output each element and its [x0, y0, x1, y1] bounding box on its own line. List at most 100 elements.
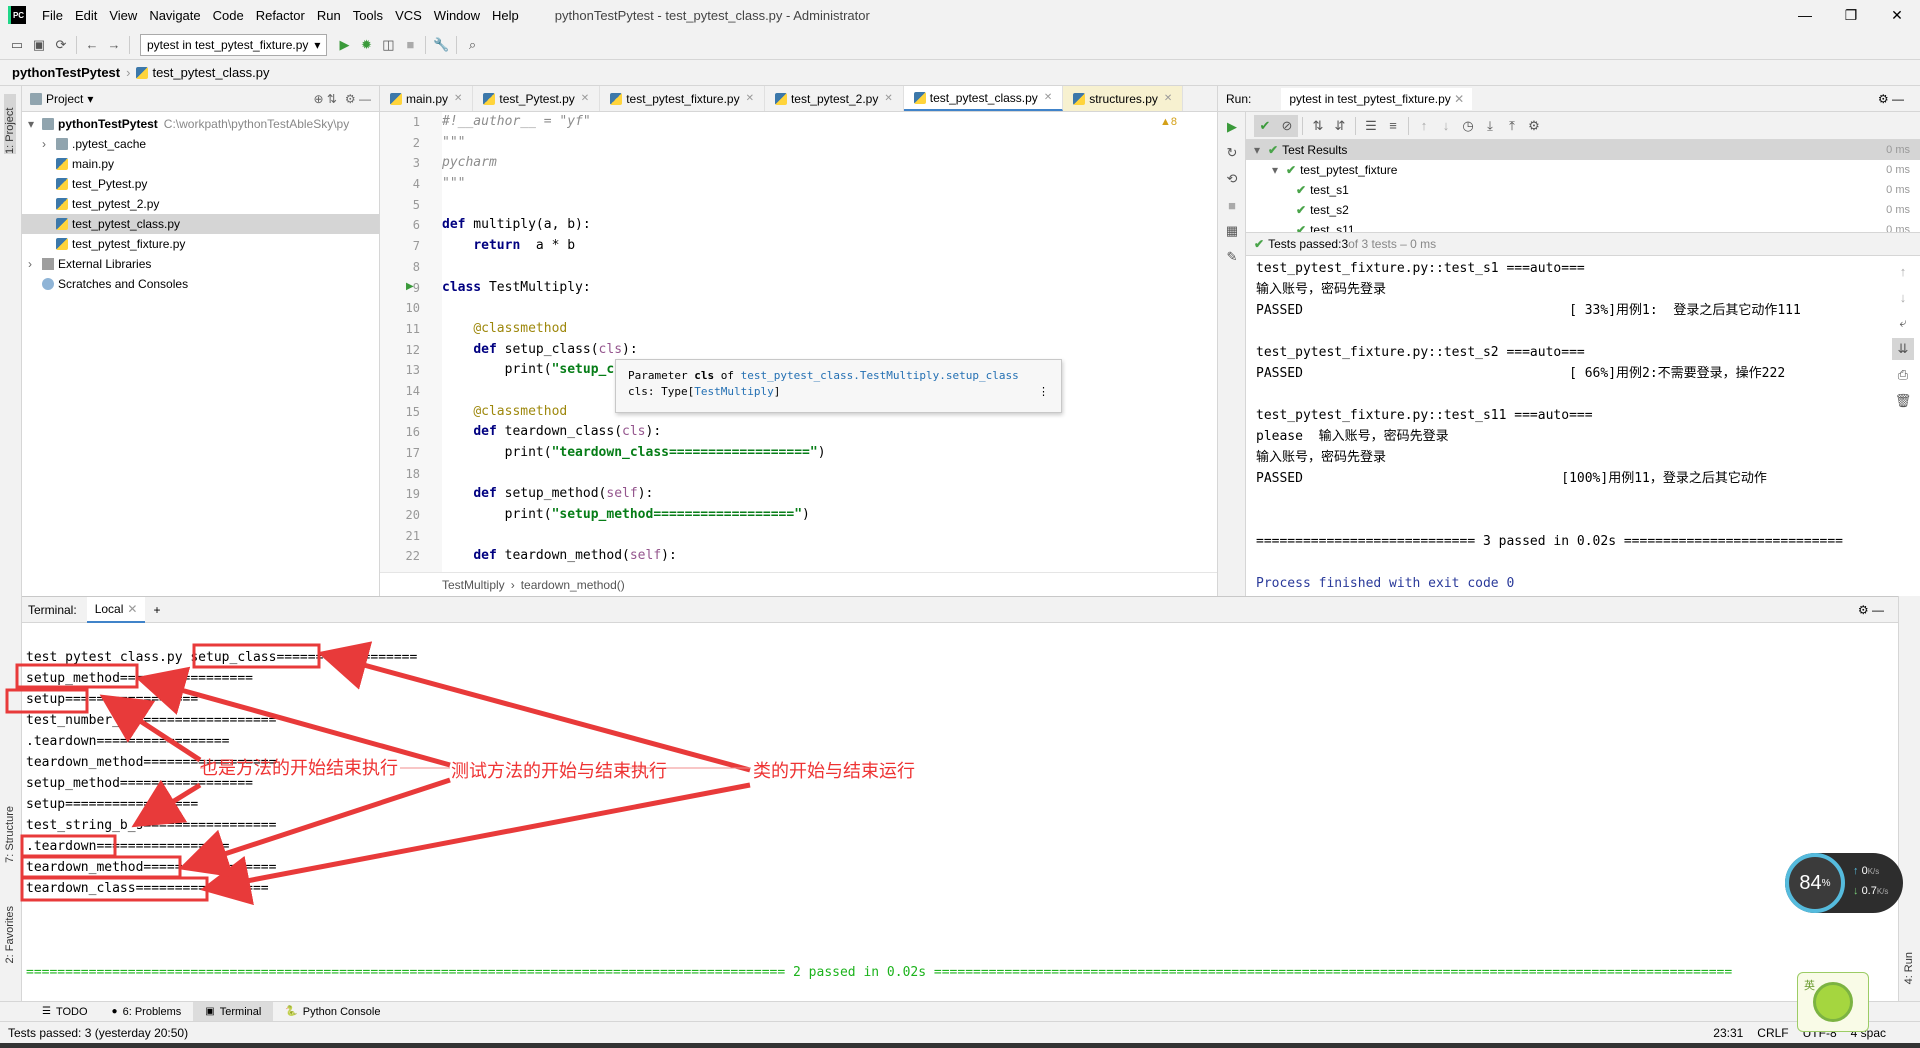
editor-tab[interactable]: test_pytest_fixture.py ✕: [600, 86, 765, 111]
run-tool-tab[interactable]: 4: Run: [1903, 952, 1915, 984]
show-ignored-icon[interactable]: ⊘: [1276, 114, 1298, 137]
gear-icon[interactable]: ⚙ —: [1878, 92, 1904, 106]
menu-file[interactable]: File: [36, 8, 69, 23]
add-terminal-icon[interactable]: +: [145, 597, 168, 623]
project-tool-tab[interactable]: 1: Project: [4, 94, 16, 154]
back-icon[interactable]: ←: [81, 34, 103, 56]
run-console-output[interactable]: test_pytest_fixture.py::test_s1 ===auto=…: [1246, 256, 1886, 596]
save-icon[interactable]: ▣: [28, 34, 50, 56]
editor-tab[interactable]: test_pytest_2.py ✕: [765, 86, 904, 111]
coverage-icon[interactable]: ◫: [377, 34, 399, 56]
editor-tab[interactable]: structures.py ✕: [1063, 86, 1184, 111]
minimize-icon[interactable]: —: [1782, 0, 1828, 30]
close-icon[interactable]: ✕: [1164, 93, 1172, 104]
import-icon[interactable]: ⤓: [1479, 115, 1501, 137]
bottom-tab[interactable]: ▣ Terminal: [193, 1001, 274, 1022]
more-icon[interactable]: ⋮: [1038, 384, 1049, 400]
editor-tab[interactable]: test_Pytest.py ✕: [473, 86, 601, 111]
status-message[interactable]: Tests passed: 3 (yesterday 20:50): [8, 1026, 188, 1040]
menu-vcs[interactable]: VCS: [389, 8, 428, 23]
test-tree-row[interactable]: ▾ ✔ Test Results 0 ms: [1246, 140, 1920, 160]
close-icon[interactable]: ✕: [454, 93, 462, 104]
terminal-tab-local[interactable]: Local ✕: [86, 596, 146, 623]
menu-window[interactable]: Window: [428, 8, 486, 23]
rerun-icon[interactable]: ▶: [1221, 116, 1243, 138]
favorites-tool-tab[interactable]: 2: Favorites: [4, 906, 16, 963]
rerun-failed-icon[interactable]: ↻: [1221, 142, 1243, 164]
close-icon[interactable]: ✕: [581, 93, 589, 104]
forward-icon[interactable]: →: [103, 34, 125, 56]
show-passed-icon[interactable]: ✔: [1254, 114, 1276, 137]
caret-position[interactable]: 23:31: [1713, 1026, 1743, 1040]
wrench-icon[interactable]: 🔧: [430, 34, 452, 56]
gear-icon[interactable]: ⚙ —: [345, 92, 371, 106]
export-icon[interactable]: ⤒: [1501, 115, 1523, 137]
tree-item[interactable]: test_pytest_2.py: [22, 194, 379, 214]
editor-tab[interactable]: test_pytest_class.py ✕: [903, 86, 1064, 111]
tooltip-type-link[interactable]: TestMultiply: [694, 385, 773, 398]
run-config-dropdown[interactable]: pytest in test_pytest_fixture.py ▾: [140, 33, 328, 56]
locate-icon[interactable]: ⊕ ⇅: [313, 92, 336, 106]
bottom-tab[interactable]: 🐍 Python Console: [273, 1002, 392, 1022]
menu-run[interactable]: Run: [311, 8, 347, 23]
editor-tab[interactable]: main.py ✕: [380, 86, 474, 111]
close-icon[interactable]: ✕: [746, 93, 754, 104]
scroll-end-icon[interactable]: ⇊: [1892, 338, 1914, 360]
run-tab[interactable]: pytest in test_pytest_fixture.py ✕: [1281, 87, 1473, 110]
gear-icon[interactable]: ⚙ —: [1858, 603, 1884, 617]
code-view[interactable]: #!__author__ = "yf" """ pycharm """ def …: [442, 112, 1203, 572]
line-separator[interactable]: CRLF: [1757, 1026, 1788, 1040]
tree-item[interactable]: test_pytest_class.py: [22, 214, 379, 234]
test-tree-row[interactable]: ▾ ✔ test_pytest_fixture 0 ms: [1246, 160, 1920, 180]
up-icon[interactable]: ↑: [1892, 260, 1914, 282]
prev-icon[interactable]: ↑: [1413, 115, 1435, 137]
open-folder-icon[interactable]: ▭: [6, 34, 28, 56]
debug-icon[interactable]: ✹: [355, 34, 377, 56]
menu-navigate[interactable]: Navigate: [143, 8, 206, 23]
pin-icon[interactable]: ✎: [1221, 246, 1243, 268]
breadcrumb-method[interactable]: teardown_method(): [521, 578, 625, 592]
tree-item[interactable]: test_pytest_fixture.py: [22, 234, 379, 254]
history-icon[interactable]: ◷: [1457, 115, 1479, 137]
terminal-output[interactable]: test_pytest_class.py setup_class========…: [26, 647, 1876, 987]
test-tree-row[interactable]: ✔ test_s1 0 ms: [1246, 180, 1920, 200]
stop-icon[interactable]: ■: [399, 34, 421, 56]
menu-edit[interactable]: Edit: [69, 8, 103, 23]
menu-refactor[interactable]: Refactor: [250, 8, 311, 23]
tree-item[interactable]: › .pytest_cache: [22, 134, 379, 154]
tree-item[interactable]: main.py: [22, 154, 379, 174]
breadcrumb-class[interactable]: TestMultiply: [442, 578, 505, 592]
stop-icon[interactable]: ■: [1221, 194, 1243, 216]
run-icon[interactable]: ▶: [333, 34, 355, 56]
tree-root[interactable]: ▾ pythonTestPytest C:\workpath\pythonTes…: [22, 114, 379, 134]
menu-help[interactable]: Help: [486, 8, 525, 23]
breadcrumb-project[interactable]: pythonTestPytest: [12, 65, 120, 80]
test-tree-row[interactable]: ✔ test_s2 0 ms: [1246, 200, 1920, 220]
tree-scratches[interactable]: Scratches and Consoles: [22, 274, 379, 294]
project-header-label[interactable]: Project: [46, 92, 83, 106]
layout-icon[interactable]: ▦: [1221, 220, 1243, 242]
tooltip-link[interactable]: test_pytest_class.TestMultiply.setup_cla…: [741, 369, 1019, 382]
bottom-tab[interactable]: ● 6: Problems: [100, 1002, 194, 1022]
close-icon[interactable]: ✕: [1874, 0, 1920, 30]
menu-code[interactable]: Code: [207, 8, 250, 23]
tree-item[interactable]: test_Pytest.py: [22, 174, 379, 194]
sort-duration-icon[interactable]: ⇵: [1329, 115, 1351, 137]
test-tree-row[interactable]: ✔ test_s11 0 ms: [1246, 220, 1920, 232]
close-icon[interactable]: ✕: [884, 93, 892, 104]
sort-alpha-icon[interactable]: ⇅: [1307, 115, 1329, 137]
run-gutter-icon[interactable]: ▶: [406, 281, 414, 292]
close-icon[interactable]: ✕: [1044, 92, 1052, 103]
breadcrumb-file[interactable]: test_pytest_class.py: [152, 65, 269, 80]
tree-external-libraries[interactable]: › External Libraries: [22, 254, 379, 274]
menu-tools[interactable]: Tools: [347, 8, 389, 23]
ime-logo[interactable]: 英: [1797, 972, 1869, 1032]
chevron-down-icon[interactable]: ▾: [87, 92, 93, 106]
next-icon[interactable]: ↓: [1435, 115, 1457, 137]
down-icon[interactable]: ↓: [1892, 286, 1914, 308]
collapse-all-icon[interactable]: ≡: [1382, 115, 1404, 137]
menu-view[interactable]: View: [103, 8, 143, 23]
print-icon[interactable]: ⎙: [1892, 364, 1914, 386]
gear-icon[interactable]: ⚙: [1523, 115, 1545, 137]
restore-icon[interactable]: ❐: [1828, 0, 1874, 30]
